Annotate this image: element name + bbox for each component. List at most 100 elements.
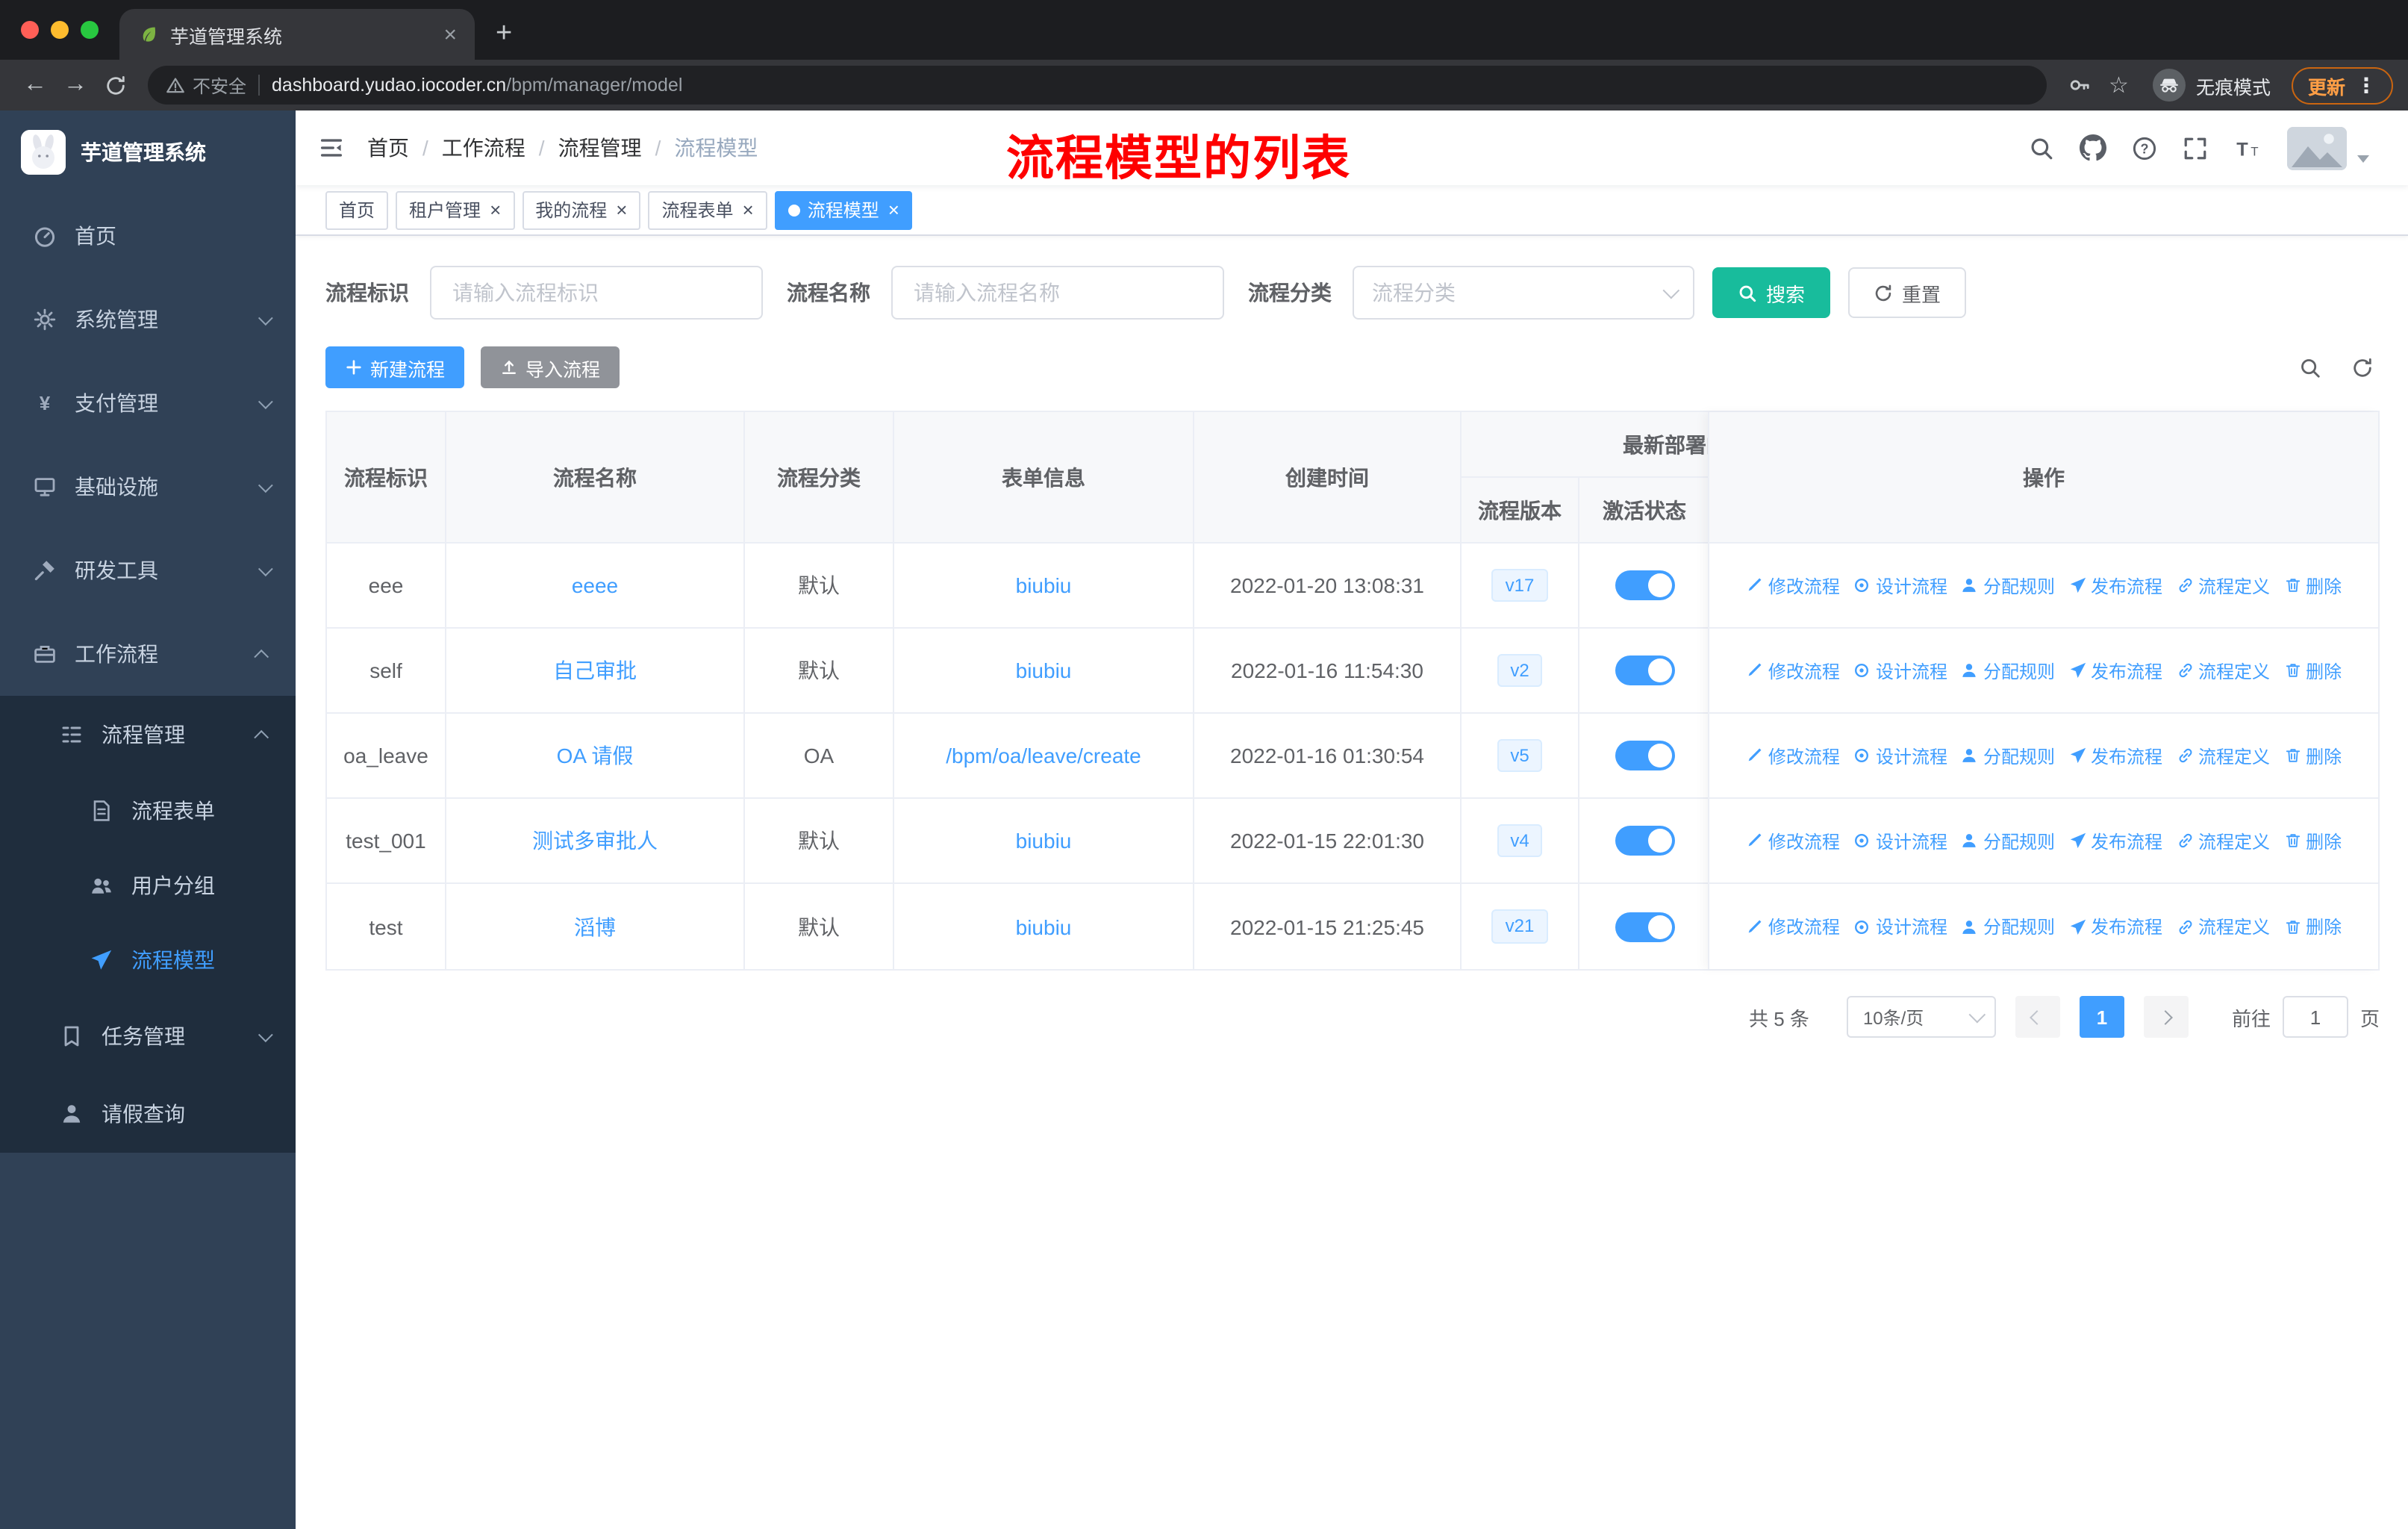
row-action-edit[interactable]: 修改流程 (1746, 743, 1840, 768)
sidebar-item-infrastructure[interactable]: 基础设施 (0, 445, 296, 529)
row-action-publish[interactable]: 发布流程 (2068, 914, 2162, 939)
avatar[interactable] (2287, 126, 2347, 169)
browser-menu-icon[interactable]: ⋮ (2356, 72, 2377, 98)
tag-process-model[interactable]: 流程模型 × (774, 190, 913, 229)
model-name-link[interactable]: eeee (572, 573, 618, 597)
row-action-design[interactable]: 设计流程 (1853, 573, 1947, 598)
sidebar-item-payment-management[interactable]: ¥ 支付管理 (0, 361, 296, 445)
reload-button[interactable] (96, 74, 136, 96)
fullscreen-icon[interactable] (2183, 135, 2208, 161)
github-icon[interactable] (2080, 134, 2106, 161)
reset-button[interactable]: 重置 (1848, 267, 1967, 318)
row-action-edit[interactable]: 修改流程 (1746, 573, 1840, 598)
import-process-button[interactable]: 导入流程 (481, 346, 620, 388)
minimize-window-button[interactable] (51, 21, 69, 39)
row-action-definition[interactable]: 流程定义 (2176, 573, 2270, 598)
row-action-definition[interactable]: 流程定义 (2176, 828, 2270, 853)
model-name-link[interactable]: 自己审批 (553, 655, 637, 685)
row-action-definition[interactable]: 流程定义 (2176, 658, 2270, 683)
sidebar-toggle-button[interactable] (296, 134, 367, 161)
sidebar-item-process-management[interactable]: 流程管理 (0, 696, 296, 773)
row-action-design[interactable]: 设计流程 (1853, 914, 1947, 939)
sidebar-item-task-management[interactable]: 任务管理 (0, 997, 296, 1075)
tag-my-process[interactable]: 我的流程 × (522, 190, 641, 229)
form-info-link[interactable]: /bpm/oa/leave/create (946, 744, 1141, 767)
row-action-definition[interactable]: 流程定义 (2176, 914, 2270, 939)
sidebar-item-home[interactable]: 首页 (0, 194, 296, 278)
breadcrumb-home[interactable]: 首页 (367, 133, 409, 163)
category-select[interactable]: 流程分类 (1353, 266, 1694, 320)
sidebar-item-system-management[interactable]: 系统管理 (0, 278, 296, 361)
model-name-link[interactable]: 滔博 (574, 912, 616, 941)
sidebar-item-process-model[interactable]: 流程模型 (0, 923, 296, 997)
help-icon[interactable]: ? (2132, 135, 2157, 161)
model-name-link[interactable]: 测试多审批人 (532, 826, 658, 856)
close-icon[interactable]: × (743, 200, 754, 219)
sidebar-item-devtools[interactable]: 研发工具 (0, 529, 296, 612)
form-info-link[interactable]: biubiu (1016, 658, 1072, 682)
active-toggle[interactable] (1615, 741, 1674, 770)
active-toggle[interactable] (1615, 826, 1674, 856)
row-action-assign-rule[interactable]: 分配规则 (1961, 828, 2055, 853)
password-key-icon[interactable] (2067, 73, 2091, 97)
breadcrumb-process-management[interactable]: 流程管理 (558, 133, 642, 163)
row-action-delete[interactable]: 删除 (2283, 914, 2342, 939)
row-action-design[interactable]: 设计流程 (1853, 743, 1947, 768)
close-icon[interactable]: × (616, 200, 627, 219)
tab-close-icon[interactable]: × (443, 23, 457, 46)
sidebar-item-workflow[interactable]: 工作流程 (0, 612, 296, 696)
row-action-design[interactable]: 设计流程 (1853, 658, 1947, 683)
app-logo[interactable]: 芋道管理系统 (0, 110, 296, 194)
row-action-edit[interactable]: 修改流程 (1746, 828, 1840, 853)
current-page[interactable]: 1 (2079, 996, 2124, 1038)
close-icon[interactable]: × (490, 200, 501, 219)
row-action-publish[interactable]: 发布流程 (2068, 658, 2162, 683)
row-action-edit[interactable]: 修改流程 (1746, 658, 1840, 683)
tag-process-form[interactable]: 流程表单 × (648, 190, 767, 229)
close-window-button[interactable] (21, 21, 39, 39)
breadcrumb-workflow[interactable]: 工作流程 (442, 133, 525, 163)
row-action-publish[interactable]: 发布流程 (2068, 743, 2162, 768)
row-action-assign-rule[interactable]: 分配规则 (1961, 658, 2055, 683)
row-action-delete[interactable]: 删除 (2283, 573, 2342, 598)
active-toggle[interactable] (1615, 912, 1674, 941)
model-name-link[interactable]: OA 请假 (557, 741, 634, 770)
sidebar-item-process-form[interactable]: 流程表单 (0, 773, 296, 848)
sidebar-item-leave-query[interactable]: 请假查询 (0, 1075, 296, 1153)
prev-page-button[interactable] (2015, 996, 2060, 1038)
form-info-link[interactable]: biubiu (1016, 573, 1072, 597)
process-name-input[interactable] (891, 266, 1224, 320)
active-toggle[interactable] (1615, 570, 1674, 600)
browser-tab[interactable]: 芋道管理系统 × (119, 9, 475, 60)
row-action-assign-rule[interactable]: 分配规则 (1961, 573, 2055, 598)
address-bar[interactable]: 不安全 dashboard.yudao.iocoder.cn/bpm/manag… (148, 66, 2047, 105)
row-action-assign-rule[interactable]: 分配规则 (1961, 743, 2055, 768)
back-button[interactable]: ← (15, 72, 55, 97)
row-action-delete[interactable]: 删除 (2283, 658, 2342, 683)
zoom-window-button[interactable] (81, 21, 99, 39)
sidebar-item-user-group[interactable]: 用户分组 (0, 848, 296, 923)
forward-button[interactable]: → (55, 72, 96, 97)
new-tab-button[interactable]: + (496, 19, 512, 48)
bookmark-star-icon[interactable]: ☆ (2109, 72, 2129, 99)
row-action-publish[interactable]: 发布流程 (2068, 828, 2162, 853)
search-icon[interactable] (2299, 356, 2321, 379)
search-button[interactable]: 搜索 (1712, 267, 1831, 318)
row-action-definition[interactable]: 流程定义 (2176, 743, 2270, 768)
font-size-icon[interactable]: TT (2233, 135, 2262, 161)
close-icon[interactable]: × (888, 200, 899, 219)
refresh-icon[interactable] (2351, 356, 2374, 379)
create-process-button[interactable]: 新建流程 (325, 346, 465, 388)
form-info-link[interactable]: biubiu (1016, 915, 1072, 938)
security-chip[interactable]: 不安全 (166, 72, 246, 98)
goto-page-input[interactable] (2282, 996, 2348, 1038)
process-key-input[interactable] (430, 266, 763, 320)
form-info-link[interactable]: biubiu (1016, 829, 1072, 853)
next-page-button[interactable] (2143, 996, 2189, 1038)
page-size-select[interactable]: 10条/页 (1846, 996, 1996, 1038)
active-toggle[interactable] (1615, 655, 1674, 685)
row-action-edit[interactable]: 修改流程 (1746, 914, 1840, 939)
row-action-delete[interactable]: 删除 (2283, 828, 2342, 853)
row-action-publish[interactable]: 发布流程 (2068, 573, 2162, 598)
tag-home[interactable]: 首页 (325, 190, 389, 229)
